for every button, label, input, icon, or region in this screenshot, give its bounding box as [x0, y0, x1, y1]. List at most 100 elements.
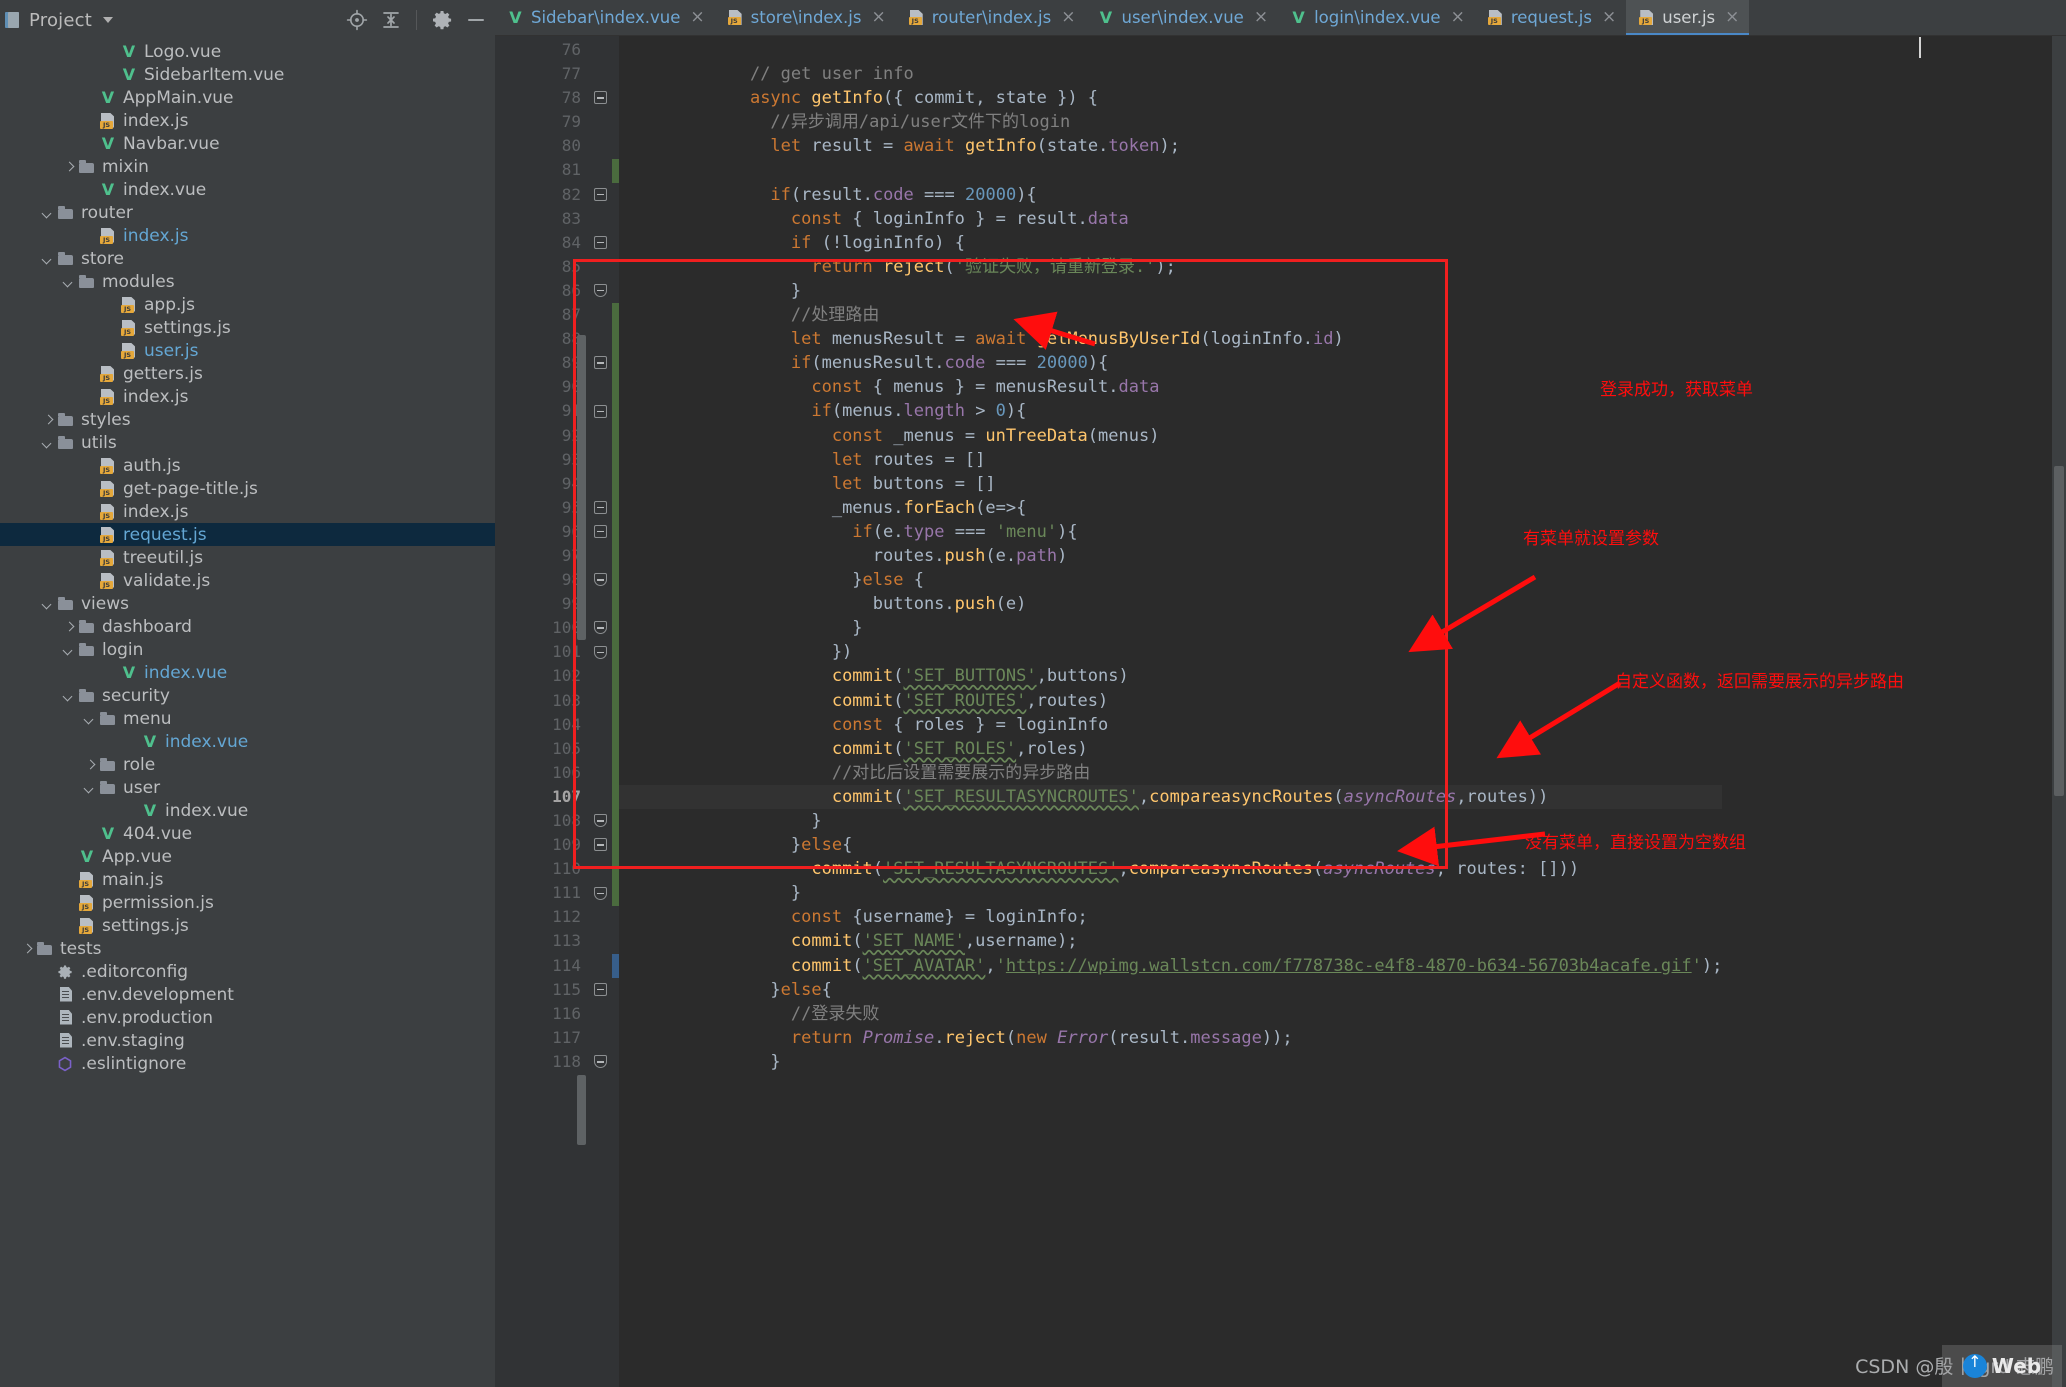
chevron-right-icon[interactable] [62, 160, 76, 174]
code-line[interactable]: // get user info [619, 62, 1722, 86]
fold-toggle-icon[interactable] [594, 356, 607, 369]
tree-row[interactable]: settings.js [0, 914, 495, 937]
tree-row[interactable]: V404.vue [0, 822, 495, 845]
code-line[interactable]: } [619, 1050, 1722, 1074]
code-line[interactable] [619, 158, 1722, 182]
chevron-down-icon[interactable] [103, 17, 113, 23]
tree-row[interactable]: tests [0, 937, 495, 960]
code-line[interactable]: }else{ [619, 978, 1722, 1002]
vcs-changed-line-marker-blue[interactable] [612, 954, 619, 978]
chevron-down-icon[interactable] [83, 781, 97, 795]
tree-row[interactable]: Vindex.vue [0, 730, 495, 753]
fold-toggle-icon[interactable] [594, 525, 607, 538]
close-icon[interactable]: × [1725, 9, 1739, 26]
tree-row[interactable]: Vindex.vue [0, 799, 495, 822]
editor-vertical-scrollbar[interactable] [2052, 36, 2066, 1387]
fold-toggle-icon[interactable] [594, 983, 607, 996]
code-line[interactable]: const _menus = unTreeData(menus) [619, 424, 1722, 448]
editor-tab-bar[interactable]: VSidebar\index.vue×store\index.js×router… [495, 0, 2066, 36]
editor-tab[interactable]: Vlogin\index.vue× [1278, 0, 1475, 35]
tree-row[interactable]: security [0, 684, 495, 707]
source-code[interactable]: // get user info async getInfo({ commit,… [619, 36, 1722, 1074]
tree-row[interactable]: app.js [0, 293, 495, 316]
code-line[interactable] [619, 38, 1722, 62]
editor-tab[interactable]: Vuser\index.vue× [1086, 0, 1279, 35]
chevron-down-icon[interactable] [41, 206, 55, 220]
code-line[interactable]: let buttons = [] [619, 472, 1722, 496]
tree-row[interactable]: .env.development [0, 983, 495, 1006]
editor-tab[interactable]: store\index.js× [715, 0, 896, 35]
horizontal-scroll-indicator-2[interactable] [577, 1075, 586, 1145]
code-line[interactable]: return reject('验证失败，请重新登录.'); [619, 255, 1722, 279]
chevron-right-icon[interactable] [62, 620, 76, 634]
code-line[interactable]: if (!loginInfo) { [619, 231, 1722, 255]
fold-toggle-icon[interactable] [594, 91, 607, 104]
code-line[interactable]: const {username} = loginInfo; [619, 905, 1722, 929]
tree-row[interactable]: user.js [0, 339, 495, 362]
code-line[interactable]: let routes = [] [619, 448, 1722, 472]
tree-row[interactable]: request.js [0, 523, 495, 546]
code-scroll-region[interactable]: // get user info async getInfo({ commit,… [619, 36, 2066, 1387]
fold-toggle-icon[interactable] [594, 188, 607, 201]
tree-row[interactable]: validate.js [0, 569, 495, 592]
tree-row[interactable]: router [0, 201, 495, 224]
fold-toggle-icon[interactable] [594, 838, 607, 851]
chevron-down-icon[interactable] [62, 275, 76, 289]
tree-row[interactable]: index.js [0, 385, 495, 408]
tree-row[interactable]: Vindex.vue [0, 178, 495, 201]
tree-row[interactable]: .env.staging [0, 1029, 495, 1052]
code-line[interactable]: _menus.forEach(e=>{ [619, 496, 1722, 520]
close-icon[interactable]: × [690, 9, 704, 26]
fold-toggle-icon[interactable] [594, 236, 607, 249]
tree-row[interactable]: main.js [0, 868, 495, 891]
fold-toggle-icon[interactable] [594, 405, 607, 418]
tree-row[interactable]: get-page-title.js [0, 477, 495, 500]
chevron-right-icon[interactable] [83, 758, 97, 772]
chevron-down-icon[interactable] [62, 643, 76, 657]
code-line[interactable]: async getInfo({ commit, state }) { [619, 86, 1722, 110]
locate-file-icon[interactable] [346, 9, 368, 31]
code-line[interactable]: commit('SET_RESULTASYNCROUTES',compareas… [619, 785, 1722, 809]
fold-toggle-icon[interactable] [594, 284, 607, 297]
code-line[interactable]: commit('SET_NAME',username); [619, 929, 1722, 953]
chevron-down-icon[interactable] [83, 712, 97, 726]
fold-toggle-icon[interactable] [594, 573, 607, 586]
tree-row[interactable]: .editorconfig [0, 960, 495, 983]
project-file-tree[interactable]: VLogo.vueVSidebarItem.vueVAppMain.vueind… [0, 40, 495, 1075]
tree-row[interactable]: VSidebarItem.vue [0, 63, 495, 86]
tree-row[interactable]: auth.js [0, 454, 495, 477]
code-line[interactable]: //异步调用/api/user文件下的login [619, 110, 1722, 134]
tree-row[interactable]: permission.js [0, 891, 495, 914]
tree-row[interactable]: modules [0, 270, 495, 293]
tree-row[interactable]: dashboard [0, 615, 495, 638]
tree-row[interactable]: VAppMain.vue [0, 86, 495, 109]
code-line[interactable]: if(result.code === 20000){ [619, 183, 1722, 207]
editor-tab[interactable]: VSidebar\index.vue× [495, 0, 715, 35]
editor-tab[interactable]: router\index.js× [896, 0, 1086, 35]
tree-row[interactable]: VApp.vue [0, 845, 495, 868]
chevron-down-icon[interactable] [62, 689, 76, 703]
tree-row[interactable]: .eslintignore [0, 1052, 495, 1075]
hide-panel-icon[interactable] [465, 9, 487, 31]
tree-row[interactable]: role [0, 753, 495, 776]
tree-row[interactable]: user [0, 776, 495, 799]
tree-row[interactable]: Vindex.vue [0, 661, 495, 684]
tree-row[interactable]: login [0, 638, 495, 661]
tree-row[interactable]: index.js [0, 500, 495, 523]
fold-toggle-icon[interactable] [594, 501, 607, 514]
fold-toggle-icon[interactable] [594, 1055, 607, 1068]
vcs-changed-lines-marker[interactable] [612, 159, 619, 183]
tree-row[interactable]: styles [0, 408, 495, 431]
tree-row[interactable]: menu [0, 707, 495, 730]
tree-row[interactable]: views [0, 592, 495, 615]
tree-row[interactable]: getters.js [0, 362, 495, 385]
chevron-down-icon[interactable] [41, 252, 55, 266]
chevron-right-icon[interactable] [41, 413, 55, 427]
chevron-down-icon[interactable] [41, 597, 55, 611]
collapse-all-icon[interactable] [380, 9, 402, 31]
code-line[interactable]: const { loginInfo } = result.data [619, 207, 1722, 231]
settings-gear-icon[interactable] [431, 9, 453, 31]
chevron-down-icon[interactable] [41, 436, 55, 450]
tree-row[interactable]: mixin [0, 155, 495, 178]
fold-toggle-icon[interactable] [594, 814, 607, 827]
